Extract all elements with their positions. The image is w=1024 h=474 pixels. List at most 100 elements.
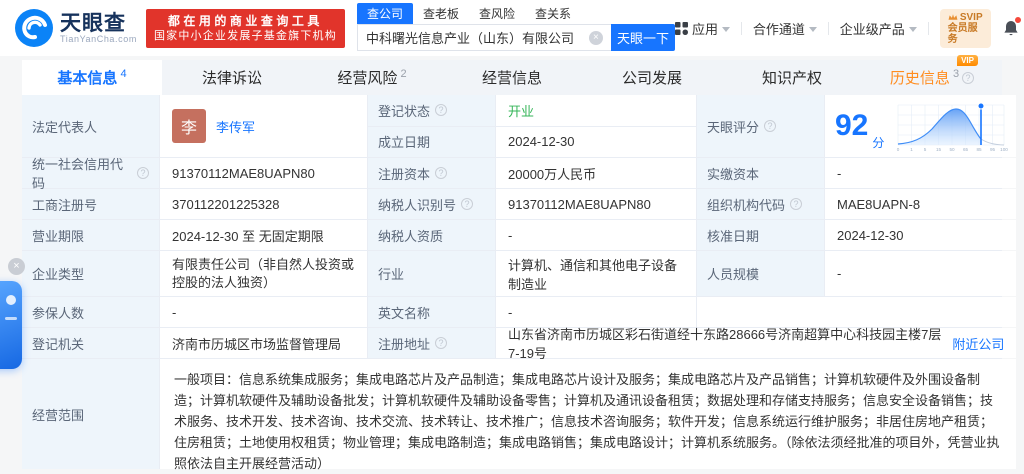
field-label: 纳税人资质 <box>368 220 495 250</box>
help-icon[interactable]: ? <box>764 120 777 132</box>
svg-text:5: 5 <box>924 147 927 152</box>
divider <box>927 21 929 35</box>
svg-text:0: 0 <box>897 147 900 152</box>
business-term-value: 2024-12-30 至 无固定期限 <box>160 220 367 250</box>
tianyan-score-cell[interactable]: 92 分 0 1 5 15 50 65 85 95 100 <box>825 95 1017 157</box>
field-label: 登记状态 ? <box>368 95 495 126</box>
svip-member-badge[interactable]: SVIP 会员服务 <box>939 8 991 48</box>
field-label: 实缴资本 <box>697 158 824 188</box>
score-distribution-chart: 0 1 5 15 50 65 85 95 100 <box>897 102 1009 152</box>
credit-code-value: 91370112MAE8UAPN80 <box>160 158 367 188</box>
svg-text:100: 100 <box>1001 147 1009 152</box>
field-label: 工商注册号 <box>22 189 159 219</box>
svg-text:85: 85 <box>977 147 983 152</box>
help-icon[interactable]: ? <box>962 71 975 84</box>
score-unit: 分 <box>872 136 885 150</box>
tab-business-risk[interactable]: 经营风险 2 <box>302 60 442 95</box>
help-icon[interactable]: ? <box>435 167 448 179</box>
slogan-line2: 国家中小企业发展子基金旗下机构 <box>153 29 337 42</box>
vip-badge: VIP <box>957 55 978 66</box>
tab-count: 3 <box>952 67 960 80</box>
taxpayer-id-value: 91370112MAE8UAPN80 <box>496 189 696 219</box>
nearby-companies-link[interactable]: 附近公司 <box>952 334 1004 353</box>
search-tab-relation[interactable]: 查关系 <box>525 3 581 24</box>
tab-intellectual-property[interactable]: 知识产权 <box>722 60 862 95</box>
notification-bell-icon[interactable] <box>1002 17 1021 37</box>
legal-rep-link[interactable]: 李传军 <box>216 117 255 136</box>
field-label: 成立日期 <box>368 126 495 157</box>
field-label: 天眼评分 ? <box>697 95 824 157</box>
field-label: 核准日期 <box>697 220 824 250</box>
chevron-down-icon <box>908 26 917 32</box>
field-label: 营业期限 <box>22 220 159 250</box>
nav-enterprise-products[interactable]: 企业级产品 <box>840 19 917 38</box>
org-code-value: MAE8UAPN-8 <box>825 189 1017 219</box>
search-tabs: 查公司 查老板 查风险 查关系 <box>356 3 675 24</box>
help-icon[interactable]: ? <box>435 104 448 117</box>
empty-cell <box>697 297 1017 327</box>
field-label: 纳税人识别号? <box>368 189 495 219</box>
svg-text:15: 15 <box>936 147 942 152</box>
industry-value: 计算机、通信和其他电子设备制造业 <box>496 251 696 296</box>
field-label: 经营范围 <box>22 359 159 469</box>
nav-cooperation[interactable]: 合作通道 <box>753 19 817 38</box>
top-header: 天眼查 TianYanCha.com 都在用的商业查询工具 国家中小企业发展子基… <box>0 0 1024 56</box>
tab-count: 2 <box>400 67 407 80</box>
basic-info-table: 法定代表人 李 李传军 登记状态 ? 开业 成立日期 2024-12-30 天眼… <box>22 95 1017 471</box>
english-name-value: - <box>496 297 696 327</box>
search-input[interactable] <box>357 30 589 45</box>
section-tabs: 基本信息 4 法律诉讼 经营风险 2 经营信息 公司发展 知识产权 历史信息 3 ? … <box>22 55 1002 95</box>
search-module: 查公司 查老板 查风险 查关系 × 天眼一下 <box>356 3 675 51</box>
logo-title: 天眼查 <box>60 11 126 35</box>
slogan-line1: 都在用的商业查询工具 <box>167 13 323 28</box>
chevron-down-icon <box>721 26 730 32</box>
tab-history-info[interactable]: 历史信息 3 ? VIP <box>862 55 1002 95</box>
reg-authority-value: 济南市历城区市场监督管理局 <box>160 328 367 358</box>
notification-dot <box>1014 17 1021 23</box>
search-button[interactable]: 天眼一下 <box>610 24 675 51</box>
taxpayer-quality-value: - <box>496 220 696 250</box>
field-label: 注册资本? <box>368 158 495 188</box>
chevron-down-icon <box>808 26 817 32</box>
help-icon[interactable]: ? <box>461 198 474 210</box>
reg-status-value: 开业 <box>496 95 696 126</box>
help-icon[interactable]: ? <box>435 337 448 349</box>
paid-capital-value: - <box>825 158 1017 188</box>
tab-basic-info[interactable]: 基本信息 4 <box>22 60 162 95</box>
grid-apps-icon <box>674 21 688 35</box>
approval-date-value: 2024-12-30 <box>825 220 1017 250</box>
help-icon[interactable]: ? <box>790 198 803 210</box>
header-nav: 应用 合作通道 企业级产品 SVIP 会员服务 <box>674 8 1024 48</box>
reg-address-cell: 山东省济南市历城区彩石街道经十东路28666号济南超算中心科技园主楼7层7-19… <box>496 327 1017 361</box>
tab-company-development[interactable]: 公司发展 <box>582 60 722 95</box>
help-icon[interactable]: ? <box>137 167 149 179</box>
search-tab-risk[interactable]: 查风险 <box>469 3 525 24</box>
logo-eye-icon <box>15 9 53 47</box>
field-label: 组织机构代码? <box>697 189 824 219</box>
legal-rep-cell: 李 李传军 <box>160 95 367 157</box>
score-value: 92 <box>835 109 869 142</box>
nav-apps[interactable]: 应用 <box>674 19 730 38</box>
svg-text:95: 95 <box>990 147 996 152</box>
company-type-value: 有限责任公司（非自然人投资或控股的法人独资） <box>160 251 367 296</box>
search-tab-company[interactable]: 查公司 <box>356 3 413 24</box>
search-tab-boss[interactable]: 查老板 <box>413 3 469 24</box>
tab-business-info[interactable]: 经营信息 <box>442 60 582 95</box>
promo-widget[interactable] <box>0 281 22 369</box>
reg-number-value: 370112201225328 <box>160 189 367 219</box>
reg-capital-value: 20000万人民币 <box>496 158 696 188</box>
tab-count: 4 <box>120 67 127 80</box>
divider <box>827 21 829 35</box>
svg-text:50: 50 <box>950 147 956 152</box>
search-input-box: × <box>356 24 611 51</box>
divider <box>740 21 742 35</box>
chart-x-ticks: 0 1 5 15 50 65 85 95 100 <box>897 147 1009 152</box>
clear-icon[interactable]: × <box>588 30 603 45</box>
field-label: 登记机关 <box>22 328 159 358</box>
tianyancha-logo[interactable]: 天眼查 TianYanCha.com <box>14 8 137 48</box>
crown-icon <box>948 14 958 20</box>
close-icon[interactable]: × <box>8 258 25 275</box>
avatar[interactable]: 李 <box>172 109 206 143</box>
tab-legal-litigation[interactable]: 法律诉讼 <box>162 60 302 95</box>
est-date-value: 2024-12-30 <box>496 126 696 157</box>
